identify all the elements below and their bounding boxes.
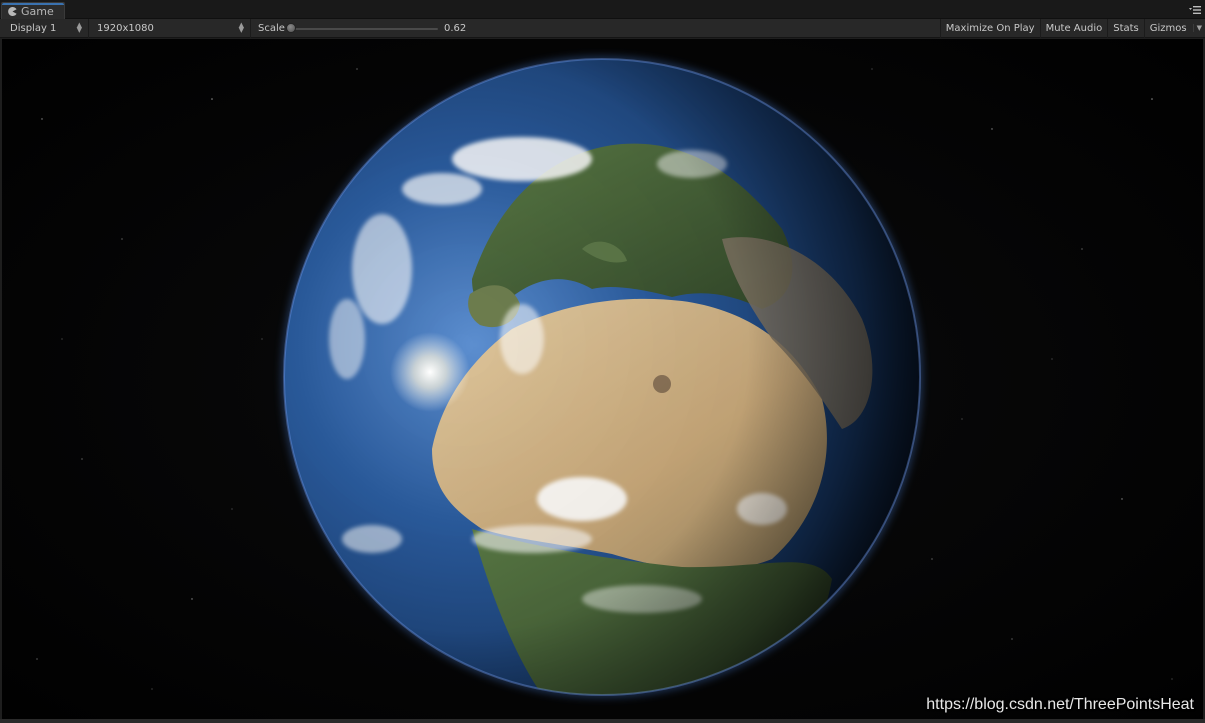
sun-glint [390, 332, 470, 412]
window-bottom-edge [0, 719, 1205, 723]
mute-audio-button[interactable]: Mute Audio [1039, 18, 1108, 38]
earth-scene [2, 39, 1203, 719]
scale-value: 0.62 [444, 22, 467, 34]
dropdown-arrows-icon: ▲ ▼ [76, 20, 82, 34]
game-toolbar: Display 1 ▲ ▼ 1920x1080 ▲ ▼ Scale 0.62 Max… [0, 18, 1205, 38]
stats-label: Stats [1113, 22, 1139, 34]
gizmos-dropdown-icon[interactable]: ▼ [1192, 24, 1202, 32]
maximize-on-play-label: Maximize On Play [945, 22, 1035, 34]
maximize-on-play-button[interactable]: Maximize On Play [939, 18, 1040, 38]
pacman-icon [8, 6, 17, 16]
gizmos-button[interactable]: Gizmos ▼ [1143, 18, 1205, 38]
tab-bar: Game [0, 0, 1205, 19]
scale-slider-track[interactable] [291, 27, 438, 30]
scale-control: Scale 0.62 [251, 19, 481, 38]
mute-audio-label: Mute Audio [1045, 22, 1103, 34]
tab-label: Game [21, 4, 54, 18]
display-dropdown[interactable]: Display 1 ▲ ▼ [0, 18, 89, 38]
watermark: https://blog.csdn.net/ThreePointsHeat [926, 696, 1194, 713]
resolution-value: 1920x1080 [97, 22, 154, 34]
stats-button[interactable]: Stats [1107, 18, 1144, 38]
tab-menu-icon[interactable] [1189, 4, 1201, 15]
gizmos-label: Gizmos [1149, 22, 1187, 34]
scale-label: Scale [258, 22, 285, 34]
dropdown-arrows-icon: ▲ ▼ [238, 20, 244, 34]
tab-game[interactable]: Game [1, 2, 65, 19]
display-value: Display 1 [10, 22, 57, 34]
scale-slider-handle[interactable] [286, 22, 296, 33]
resolution-dropdown[interactable]: 1920x1080 ▲ ▼ [89, 18, 251, 38]
tab-active-indicator [2, 3, 64, 5]
game-viewport[interactable]: https://blog.csdn.net/ThreePointsHeat [2, 39, 1203, 719]
